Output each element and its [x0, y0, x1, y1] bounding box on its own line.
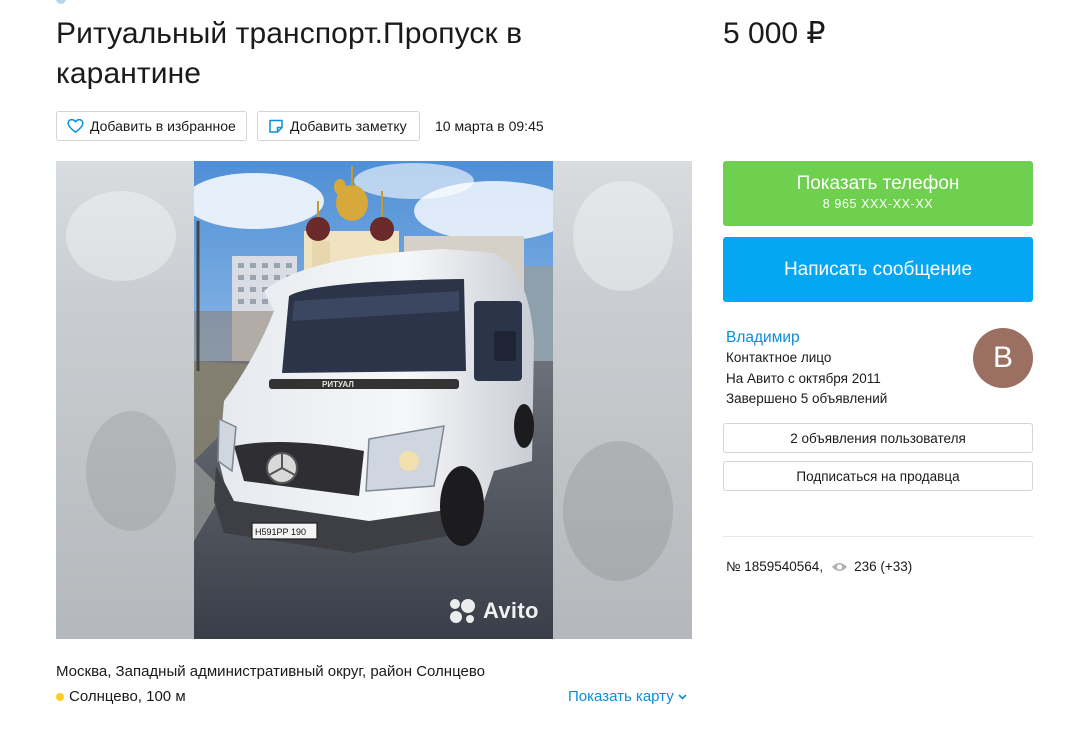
user-listings-button[interactable]: 2 объявления пользователя: [723, 423, 1033, 453]
add-note-button[interactable]: Добавить заметку: [257, 111, 420, 141]
avito-watermark: Avito: [449, 598, 539, 624]
listing-title: Ритуальный транспорт.Пропуск в карантине: [56, 17, 523, 90]
seller-avatar[interactable]: В: [973, 328, 1033, 388]
subscribe-seller-label: Подписаться на продавца: [796, 468, 960, 484]
write-message-button[interactable]: Написать сообщение: [723, 237, 1033, 302]
note-icon: [269, 119, 283, 133]
write-message-label: Написать сообщение: [783, 258, 973, 280]
sidebar-divider: [723, 536, 1033, 537]
chevron-down-icon: [678, 693, 687, 700]
listing-address: Москва, Западный административный округ,…: [56, 663, 485, 680]
plate-text: Н591РР 190: [255, 527, 306, 537]
breadcrumb-remnant: [56, 0, 66, 4]
masked-phone-number: 8 965 XXX-XX-XX: [822, 197, 934, 211]
show-map-label: Показать карту: [568, 688, 674, 705]
show-map-link[interactable]: Показать карту: [568, 688, 687, 705]
metro-line-dot: [56, 692, 64, 701]
user-listings-label: 2 объявления пользователя: [790, 430, 966, 446]
posted-date: 10 марта в 09:45: [435, 118, 544, 134]
gallery-blur-right: [553, 161, 692, 639]
metro-station-label: Солнцево, 100 м: [69, 688, 186, 705]
listing-number: № 1859540564,: [726, 559, 824, 574]
listing-photo[interactable]: РИТУАЛ Н591РР 190: [194, 161, 553, 639]
add-to-favorites-button[interactable]: Добавить в избранное: [56, 111, 247, 141]
eye-icon: [832, 562, 848, 571]
avatar-letter: В: [992, 341, 1013, 374]
heart-icon: [67, 118, 84, 133]
add-note-label: Добавить заметку: [290, 118, 407, 134]
listing-page: Ритуальный транспорт.Пропуск в карантине…: [0, 0, 1075, 729]
photo-gallery[interactable]: РИТУАЛ Н591РР 190 Avito: [56, 161, 692, 639]
gallery-blur-left: [56, 161, 194, 639]
listing-stats: № 1859540564, 236 (+33): [726, 559, 912, 574]
hood-text: РИТУАЛ: [322, 380, 354, 389]
seller-name-link[interactable]: Владимир: [726, 329, 800, 347]
seller-completed-count: Завершено 5 объявлений: [726, 391, 888, 406]
view-count: 236 (+33): [854, 559, 913, 574]
seller-since: На Авито с октября 2011: [726, 371, 881, 386]
metro-station: Солнцево, 100 м: [56, 688, 186, 705]
show-phone-button[interactable]: Показать телефон 8 965 XXX-XX-XX: [723, 161, 1033, 226]
watermark-text: Avito: [483, 598, 539, 623]
show-phone-label: Показать телефон: [796, 173, 960, 194]
seller-role: Контактное лицо: [726, 350, 832, 365]
subscribe-seller-button[interactable]: Подписаться на продавца: [723, 461, 1033, 491]
avito-logo-icon: [450, 599, 475, 623]
add-to-favorites-label: Добавить в избранное: [90, 118, 236, 134]
listing-price: 5 000 ₽: [723, 17, 826, 50]
